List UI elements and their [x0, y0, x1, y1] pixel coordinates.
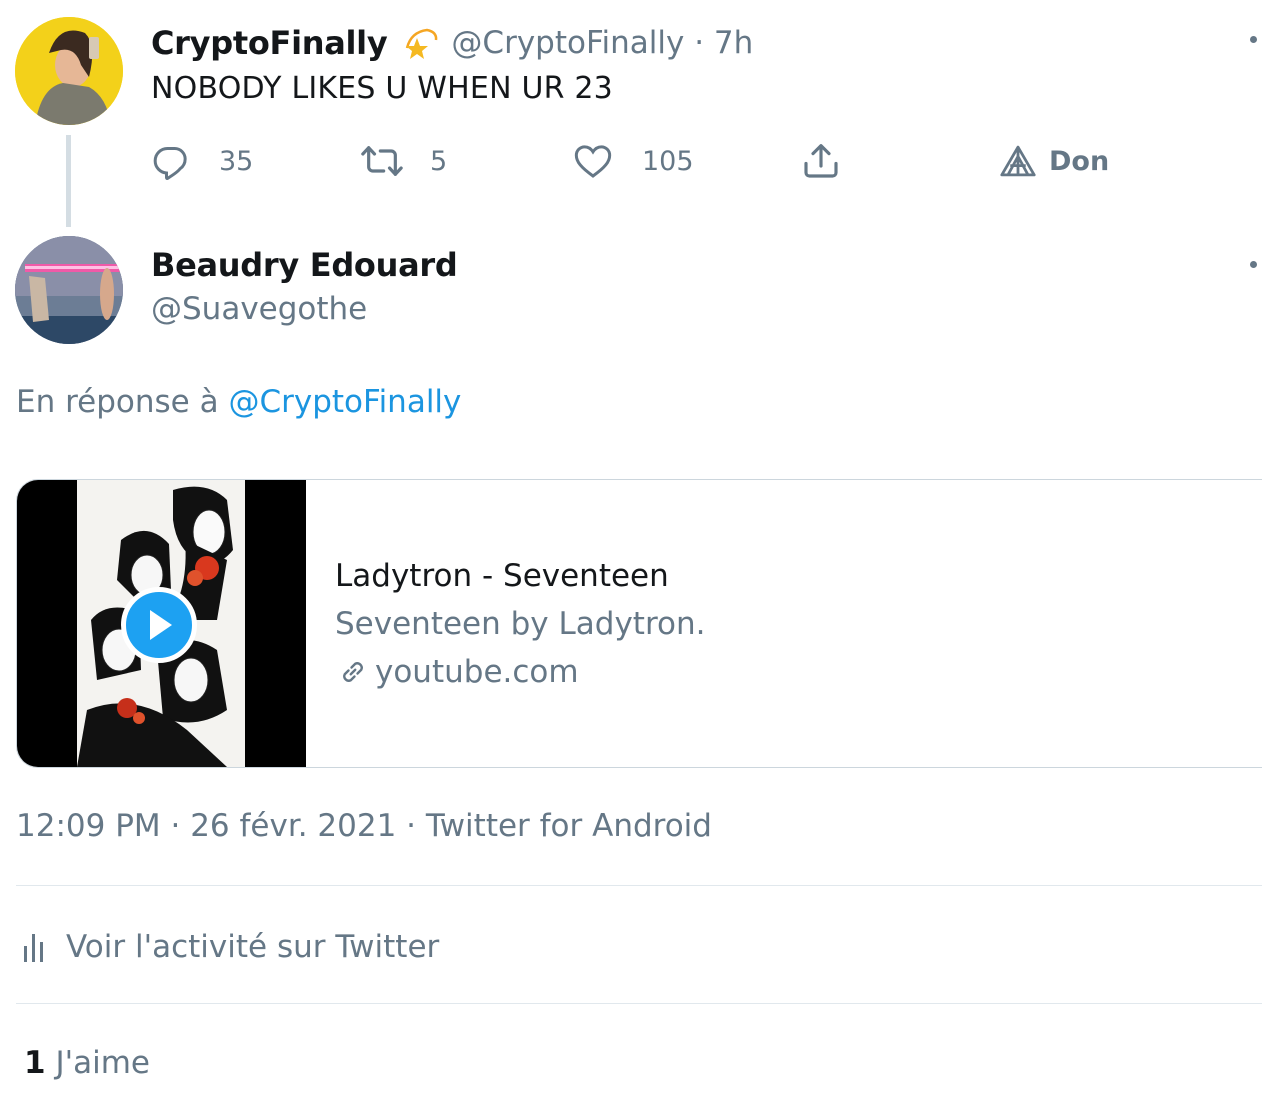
- play-icon: [150, 610, 172, 640]
- retweet-count: 5: [430, 145, 448, 177]
- more-icon[interactable]: [1250, 36, 1257, 43]
- heart-icon: [574, 145, 612, 178]
- analytics-icon: [24, 934, 43, 962]
- thread-line: [66, 135, 71, 227]
- card-domain: youtube.com: [335, 654, 579, 690]
- display-name[interactable]: CryptoFinally: [151, 24, 388, 62]
- view-activity-link[interactable]: Voir l'activité sur Twitter: [22, 925, 439, 969]
- display-name[interactable]: Beaudry Edouard: [151, 246, 458, 284]
- share-icon: [804, 144, 838, 178]
- avatar-photo: [15, 17, 123, 125]
- retweet-button[interactable]: 5: [360, 140, 447, 182]
- like-count: 105: [642, 145, 694, 177]
- more-icon[interactable]: [1250, 261, 1257, 268]
- handle-and-time[interactable]: @CryptoFinally · 7h: [451, 25, 753, 61]
- divider: [16, 1003, 1262, 1004]
- tweet-text: NOBODY LIKES U WHEN UR 23: [151, 71, 613, 106]
- reply-prefix: En réponse à: [16, 384, 219, 420]
- view-activity-label: Voir l'activité sur Twitter: [66, 929, 440, 965]
- reply-to-link[interactable]: @CryptoFinally: [228, 384, 461, 420]
- reply-button[interactable]: 35: [151, 140, 253, 182]
- divider: [16, 885, 1262, 886]
- tweet-meta[interactable]: 12:09 PM · 26 févr. 2021 · Twitter for A…: [16, 808, 712, 844]
- retweet-icon: [361, 146, 403, 176]
- card-domain-text: youtube.com: [375, 654, 579, 690]
- tip-icon: [1000, 145, 1036, 177]
- play-button[interactable]: [121, 587, 197, 663]
- card-description: Seventeen by Ladytron.: [335, 606, 706, 642]
- avatar[interactable]: [15, 17, 123, 125]
- star-badge-icon: [401, 26, 439, 60]
- tip-button[interactable]: Don: [999, 140, 1109, 182]
- likes-summary[interactable]: 1 J'aime: [24, 1045, 150, 1081]
- share-button[interactable]: [801, 140, 841, 182]
- handle[interactable]: @Suavegothe: [151, 291, 367, 327]
- card-title: Ladytron - Seventeen: [335, 558, 669, 594]
- reply-icon: [153, 147, 187, 180]
- reply-context: En réponse à @CryptoFinally: [16, 384, 461, 420]
- link-icon: [343, 662, 363, 682]
- avatar[interactable]: [15, 236, 123, 344]
- likes-count: 1: [24, 1045, 46, 1081]
- reply-count: 35: [219, 145, 254, 177]
- like-button[interactable]: 105: [573, 140, 694, 182]
- link-card[interactable]: Ladytron - Seventeen Seventeen by Ladytr…: [16, 479, 1262, 768]
- card-thumbnail: [17, 480, 306, 767]
- tip-label: Don: [1049, 145, 1110, 177]
- avatar-photo: [15, 236, 123, 344]
- likes-label: J'aime: [55, 1045, 150, 1081]
